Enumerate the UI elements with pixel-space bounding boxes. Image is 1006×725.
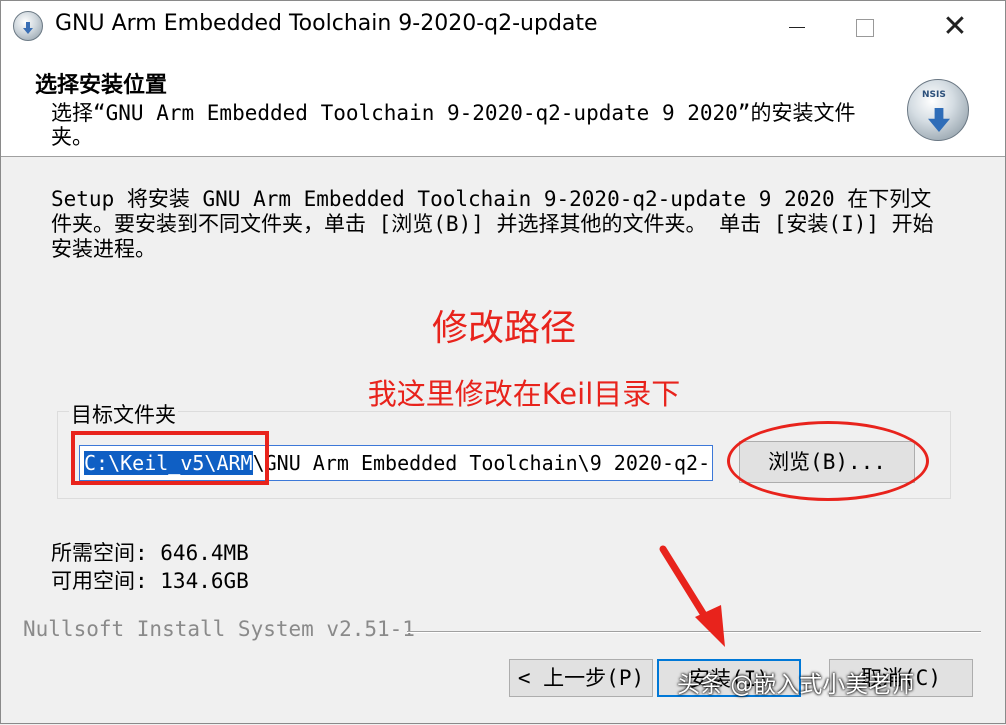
space-available: 可用空间: 134.6GB <box>51 569 249 593</box>
maximize-button[interactable] <box>831 1 899 53</box>
nsis-branding: Nullsoft Install System v2.51-1 <box>23 617 415 641</box>
close-button[interactable]: ✕ <box>921 1 989 53</box>
title-bar: GNU Arm Embedded Toolchain 9-2020-q2-upd… <box>1 1 1005 53</box>
download-arrow-icon <box>928 108 950 132</box>
nsis-icon-text: NSIS <box>922 90 946 100</box>
page-description: 选择“GNU Arm Embedded Toolchain 9-2020-q2-… <box>51 101 856 149</box>
window-title: GNU Arm Embedded Toolchain 9-2020-q2-upd… <box>55 11 598 36</box>
space-required: 所需空间: 646.4MB <box>51 541 249 565</box>
back-button[interactable]: < 上一步(P) <box>509 659 653 697</box>
path-rest-text: \GNU Arm Embedded Toolchain\9 2020-q2- <box>252 451 711 475</box>
annotation-arrow-shaft <box>659 545 713 627</box>
install-instructions: Setup 将安装 GNU Arm Embedded Toolchain 9-2… <box>51 187 934 261</box>
annotation-highlight-box <box>71 431 269 485</box>
watermark: 头条 @嵌入式小美老师 <box>677 672 915 698</box>
destination-folder-label: 目标文件夹 <box>69 399 178 429</box>
nsis-installer-icon: NSIS <box>907 79 969 141</box>
installer-app-icon <box>13 11 43 41</box>
annotation-title: 修改路径 <box>431 308 576 349</box>
annotation-arrow-head <box>695 605 725 647</box>
minimize-button[interactable] <box>763 1 831 53</box>
annotation-ellipse <box>727 421 929 501</box>
page-title: 选择安装位置 <box>35 73 168 98</box>
installer-window: GNU Arm Embedded Toolchain 9-2020-q2-upd… <box>0 0 1006 724</box>
close-icon: ✕ <box>942 9 968 44</box>
footer-separator <box>407 631 981 633</box>
page-header: 选择安装位置 选择“GNU Arm Embedded Toolchain 9-2… <box>1 53 1005 157</box>
